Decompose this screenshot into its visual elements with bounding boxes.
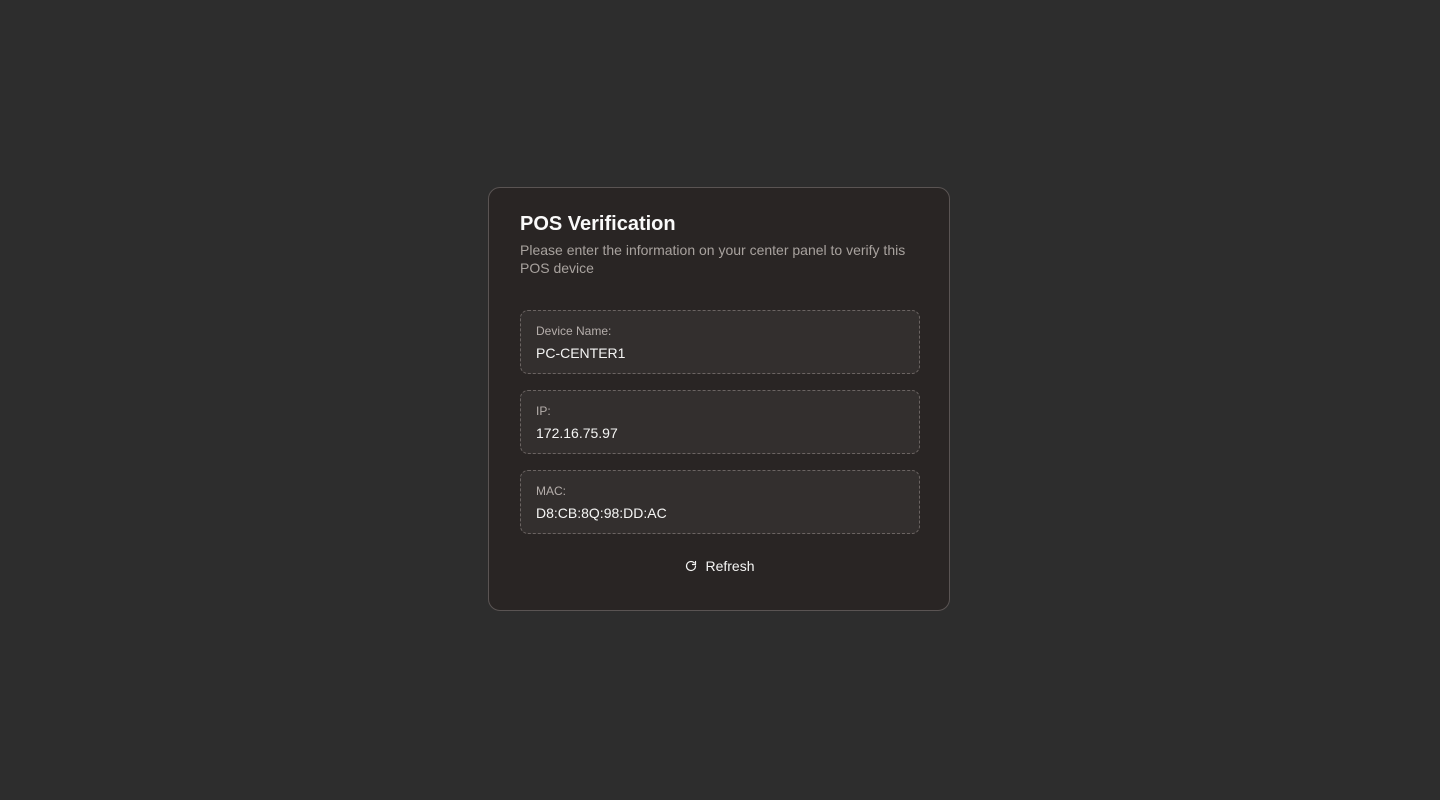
mac-field: MAC: D8:CB:8Q:98:DD:AC [520, 470, 920, 534]
dialog-title: POS Verification [520, 213, 676, 235]
device-name-value: PC-CENTER1 [536, 345, 626, 361]
device-name-field: Device Name: PC-CENTER1 [520, 310, 920, 374]
device-name-label: Device Name: [536, 324, 612, 338]
ip-field: IP: 172.16.75.97 [520, 390, 920, 454]
mac-value: D8:CB:8Q:98:DD:AC [536, 505, 667, 521]
device-info-fields: Device Name: PC-CENTER1 IP: 172.16.75.97… [520, 310, 920, 534]
verification-card: POS Verification Please enter the inform… [488, 187, 950, 611]
refresh-icon [685, 560, 697, 572]
refresh-button[interactable]: Refresh [520, 551, 920, 581]
dialog-subtitle: Please enter the information on your cen… [520, 242, 906, 276]
refresh-label: Refresh [705, 558, 755, 574]
page: POS Verification Please enter the inform… [0, 0, 1440, 800]
mac-label: MAC: [536, 484, 566, 498]
ip-value: 172.16.75.97 [536, 425, 618, 441]
ip-label: IP: [536, 404, 551, 418]
